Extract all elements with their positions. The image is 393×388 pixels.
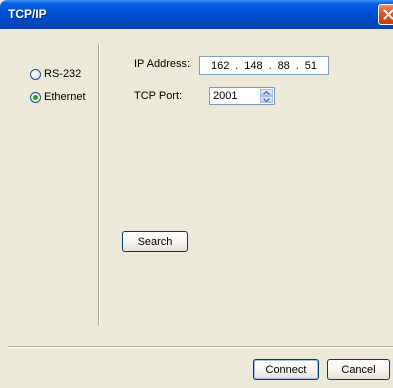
ip-address-input[interactable]: 162 . 148 . 88 . 51: [199, 56, 329, 75]
ip-octet-3[interactable]: 88: [278, 60, 290, 72]
ip-separator: .: [295, 59, 299, 72]
tcp-port-value[interactable]: 2001: [213, 90, 237, 102]
tcp-port-label: TCP Port:: [134, 90, 183, 102]
spin-buttons: [260, 89, 273, 103]
ip-separator: .: [268, 59, 272, 72]
radio-rs232[interactable]: RS-232: [30, 67, 81, 81]
ip-octet-4[interactable]: 51: [305, 60, 317, 72]
radio-ethernet-label: Ethernet: [44, 91, 86, 103]
title-bar[interactable]: TCP/IP: [0, 0, 393, 29]
radio-rs232-circle[interactable]: [30, 68, 41, 80]
ip-octet-2[interactable]: 148: [244, 60, 262, 72]
window-title: TCP/IP: [8, 7, 47, 21]
close-button[interactable]: [378, 4, 393, 25]
close-icon: [383, 9, 393, 20]
spin-down-button[interactable]: [260, 96, 273, 103]
spin-up-button[interactable]: [260, 89, 273, 96]
ip-separator: .: [235, 59, 239, 72]
search-button[interactable]: Search: [122, 231, 188, 252]
cancel-button[interactable]: Cancel: [327, 359, 390, 380]
chevron-down-icon: [263, 97, 270, 102]
ip-octet-1[interactable]: 162: [211, 60, 229, 72]
chevron-up-icon: [263, 90, 270, 95]
connect-button[interactable]: Connect: [253, 359, 319, 380]
tcpip-dialog: TCP/IP RS-232 Ethernet IP Address: 162 .…: [0, 0, 393, 388]
horizontal-divider: [8, 346, 393, 347]
radio-rs232-label: RS-232: [44, 68, 82, 80]
radio-ethernet[interactable]: Ethernet: [30, 90, 86, 104]
radio-ethernet-circle[interactable]: [30, 91, 41, 103]
vertical-divider: [98, 44, 99, 326]
tcp-port-stepper[interactable]: 2001: [209, 87, 275, 105]
ip-address-label: IP Address:: [134, 58, 191, 70]
